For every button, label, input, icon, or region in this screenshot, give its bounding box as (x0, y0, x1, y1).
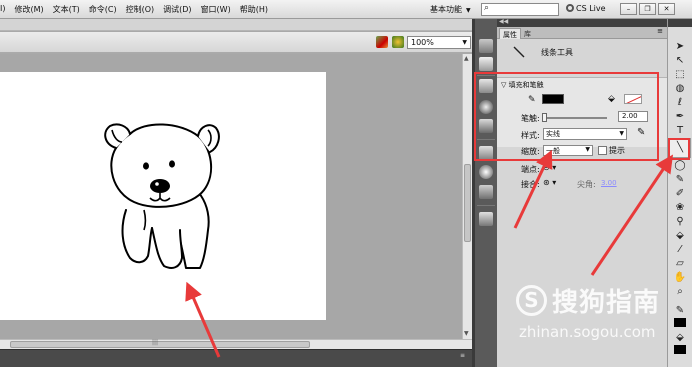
restore-button[interactable]: ❐ (639, 3, 656, 15)
watermark-url: zhinan.sogou.com (519, 323, 656, 341)
vertical-scroll-thumb[interactable] (464, 164, 471, 242)
project-panel-icon[interactable] (479, 212, 493, 226)
menu-item-help[interactable]: 帮助(H) (240, 4, 268, 15)
color-panel-icon[interactable] (479, 39, 493, 53)
edit-scene-icon[interactable] (376, 36, 388, 48)
current-tool-row: 线条工具 (497, 40, 667, 68)
selection-tool-icon[interactable]: ➤ (673, 40, 687, 54)
panel-tabs: 属性 库 ≡ (497, 27, 667, 39)
workspace-switcher[interactable]: 基本功能 ▼ (430, 4, 471, 15)
eraser-tool-icon[interactable]: ▱ (673, 257, 687, 271)
swatches-panel-icon[interactable] (479, 57, 493, 71)
vertical-scrollbar[interactable]: ▲ ▼ (462, 54, 472, 339)
join-select[interactable]: ⊛ ▾ (543, 178, 556, 187)
tab-properties[interactable]: 属性 (499, 28, 521, 39)
tool-name: 线条工具 (541, 48, 573, 57)
lasso-tool-icon[interactable]: ℓ (673, 96, 687, 110)
scroll-grip-icon: ||| (152, 339, 159, 346)
3d-rotation-tool-icon[interactable]: ◍ (673, 82, 687, 96)
cs-live-icon (566, 4, 574, 12)
miter-label: 尖角: (577, 180, 596, 189)
join-label: 接合: (521, 180, 540, 189)
timeline-panel-header: ≡ (0, 349, 472, 367)
search-input[interactable]: ⌕ (481, 3, 559, 16)
polar-bear-drawing (104, 123, 220, 269)
watermark-title: 搜狗指南 (552, 288, 661, 318)
collapse-icon[interactable]: ◀◀ (499, 18, 508, 25)
horizontal-scroll-thumb[interactable] (10, 341, 310, 348)
motion-presets-icon[interactable] (479, 185, 493, 199)
menu-item-insert[interactable]: I) (0, 4, 5, 15)
cs-live-label: CS Live (576, 4, 606, 13)
fill-color-tool-swatch[interactable] (674, 345, 686, 354)
menu-item-modify[interactable]: 修改(M) (14, 4, 43, 15)
menu-items: I) 修改(M) 文本(T) 命令(C) 控制(O) 调试(D) 窗口(W) 帮… (0, 4, 277, 15)
chevron-down-icon: ▼ (462, 39, 467, 46)
scroll-up-icon[interactable]: ▲ (464, 55, 469, 62)
cap-label: 端点: (521, 165, 540, 174)
panel-header: ◀◀ (497, 18, 667, 27)
chevron-down-icon: ▼ (466, 7, 471, 14)
free-transform-tool-icon[interactable]: ⬚ (673, 68, 687, 82)
menu-item-debug[interactable]: 调试(D) (163, 4, 191, 15)
tools-header (668, 19, 692, 27)
oval-tool-icon[interactable]: ◯ (673, 159, 687, 173)
divider (477, 205, 495, 206)
workspace-label: 基本功能 (430, 5, 462, 14)
panel-menu-icon[interactable]: ≡ (460, 352, 465, 359)
scroll-down-icon[interactable]: ▼ (464, 330, 469, 337)
watermark: S 搜狗指南 zhinan.sogou.com (516, 282, 686, 341)
window-controls: – ❐ ✕ (620, 3, 675, 15)
edit-symbols-icon[interactable] (392, 36, 404, 48)
search-icon: ⌕ (484, 3, 490, 13)
components-panel-icon[interactable] (479, 165, 493, 179)
minimize-button[interactable]: – (620, 3, 637, 15)
menu-bar: I) 修改(M) 文本(T) 命令(C) 控制(O) 调试(D) 窗口(W) 帮… (0, 0, 692, 19)
menu-item-window[interactable]: 窗口(W) (201, 4, 231, 15)
cap-select[interactable]: ⊖ ▾ (543, 163, 556, 172)
menu-item-control[interactable]: 控制(O) (126, 4, 155, 15)
subselection-tool-icon[interactable]: ↖ (673, 54, 687, 68)
text-tool-icon[interactable]: T (673, 124, 687, 138)
annotation-box-panel (474, 72, 659, 161)
menu-item-commands[interactable]: 命令(C) (89, 4, 117, 15)
horizontal-scrollbar[interactable]: ||| (0, 339, 472, 349)
paint-bucket-tool-icon[interactable]: ⬙ (673, 229, 687, 243)
miter-input[interactable]: 3.00 (601, 179, 617, 187)
zoom-select[interactable]: 100% ▼ (407, 36, 471, 49)
tab-library[interactable]: 库 (521, 28, 534, 39)
edit-bar: 100% ▼ (0, 32, 472, 53)
bone-tool-icon[interactable]: ⚲ (673, 215, 687, 229)
document-tab-bar (0, 19, 472, 31)
deco-tool-icon[interactable]: ❀ (673, 201, 687, 215)
panel-options-icon[interactable]: ≡ (657, 27, 663, 35)
brush-tool-icon[interactable]: ✐ (673, 187, 687, 201)
pen-tool-icon[interactable]: ✒ (673, 110, 687, 124)
zoom-value: 100% (411, 38, 434, 47)
line-tool-icon (513, 46, 525, 58)
pencil-tool-icon[interactable]: ✎ (673, 173, 687, 187)
cs-live-button[interactable]: CS Live (566, 4, 606, 13)
close-button[interactable]: ✕ (658, 3, 675, 15)
menu-item-text[interactable]: 文本(T) (53, 4, 80, 15)
eyedropper-tool-icon[interactable]: ⁄ (673, 243, 687, 257)
annotation-box-line-tool (668, 138, 690, 160)
sogou-logo: S (516, 285, 547, 316)
